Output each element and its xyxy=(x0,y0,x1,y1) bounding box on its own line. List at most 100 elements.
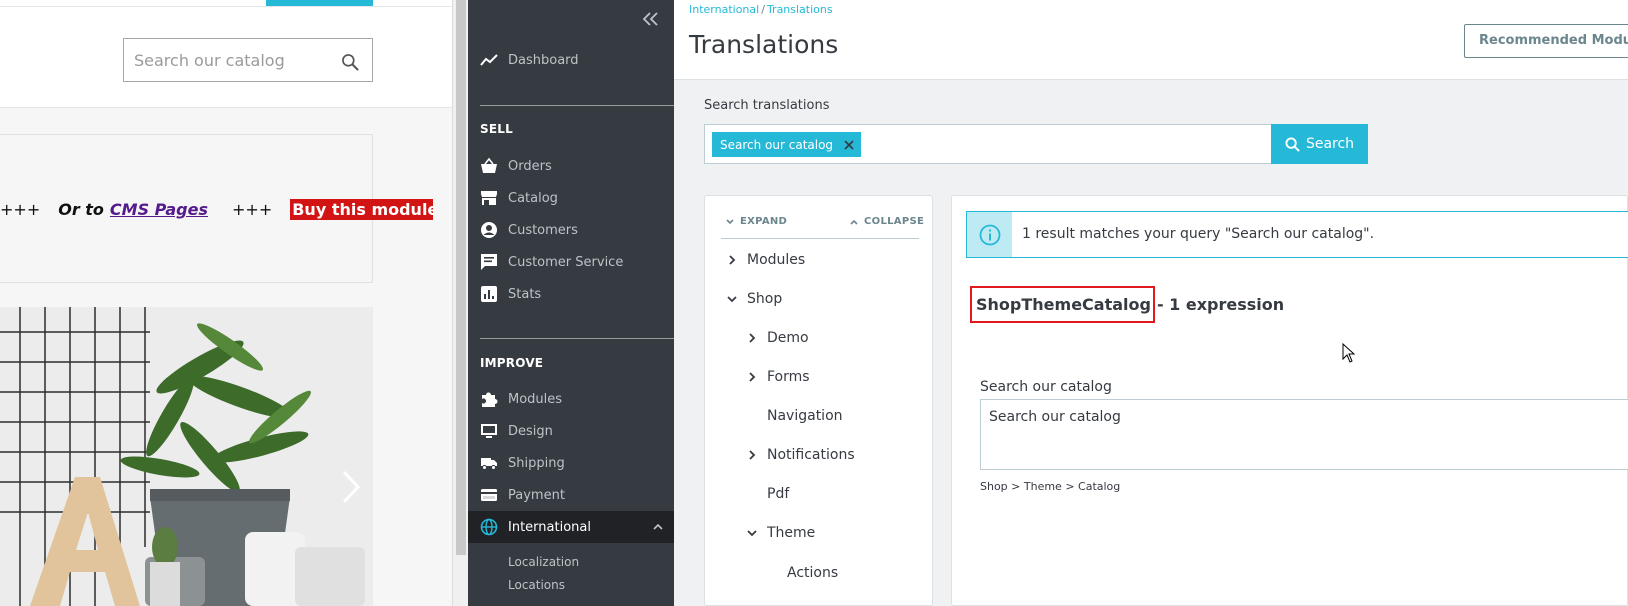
chevron-down-icon xyxy=(726,218,734,224)
tree-item-modules[interactable]: Modules xyxy=(725,252,805,268)
tree-item-label: Navigation xyxy=(767,408,843,424)
tree-item-theme[interactable]: Theme xyxy=(745,525,815,541)
tree-item-forms[interactable]: Forms xyxy=(745,369,810,385)
collapse-label: COLLAPSE xyxy=(864,216,925,227)
page-title: Translations xyxy=(689,30,839,59)
chevron-right-icon xyxy=(725,253,739,267)
translation-results-panel: 1 result matches your query "Search our … xyxy=(951,195,1628,606)
search-tag-label: Search our catalog xyxy=(720,137,834,152)
breadcrumb-translations[interactable]: Translations xyxy=(767,3,833,16)
breadcrumb-separator: / xyxy=(761,3,765,16)
chart-icon xyxy=(480,285,498,303)
search-icon[interactable] xyxy=(340,52,360,72)
buy-module-banner[interactable]: Buy this module h xyxy=(290,199,434,220)
store-search-box[interactable]: Search our catalog xyxy=(123,38,373,82)
sidebar-item-international-row[interactable]: International xyxy=(480,513,670,541)
sidebar-item-label: International xyxy=(508,519,591,535)
sidebar-item-label: Modules xyxy=(508,391,563,407)
expand-button[interactable]: EXPAND xyxy=(725,216,787,227)
tree-controls: EXPAND COLLAPSE xyxy=(721,216,924,239)
sidebar-item-shipping[interactable]: Shipping xyxy=(480,449,670,477)
store-carousel xyxy=(0,307,373,606)
translation-tree-panel: EXPAND COLLAPSE Modules Shop Demo Forms … xyxy=(704,195,933,606)
cms-pages-link[interactable]: CMS Pages xyxy=(110,200,208,219)
translation-textarea[interactable]: Search our catalog xyxy=(980,399,1628,470)
sidebar-subitem-locations[interactable]: Locations xyxy=(508,578,565,592)
store-scrollbar[interactable] xyxy=(452,0,468,606)
recommended-modules-button[interactable]: Recommended Modules xyxy=(1464,24,1628,58)
chevron-right-icon xyxy=(745,448,759,462)
expand-label: EXPAND xyxy=(740,216,788,227)
trending-up-icon xyxy=(480,51,498,69)
store-banner: +++ Or to CMS Pages +++ Buy this module … xyxy=(0,134,434,283)
sidebar-item-catalog[interactable]: Catalog xyxy=(480,184,670,212)
search-translations-input[interactable]: Search our catalog xyxy=(704,124,1275,164)
sidebar-item-label: Design xyxy=(508,423,553,439)
sidebar-item-international[interactable]: International xyxy=(468,511,674,543)
store-header: Search our catalog xyxy=(0,0,452,108)
chevron-right-icon[interactable] xyxy=(339,467,363,507)
tree-item-label: Demo xyxy=(767,330,809,346)
tree-item-label: Pdf xyxy=(767,486,790,502)
tree-item-shop[interactable]: Shop xyxy=(725,291,782,307)
chevron-up-icon[interactable] xyxy=(652,521,664,533)
sidebar-item-stats[interactable]: Stats xyxy=(480,280,670,308)
chevron-down-icon xyxy=(725,292,739,306)
tree-item-navigation[interactable]: Navigation xyxy=(767,408,843,424)
tree-item-notifications[interactable]: Notifications xyxy=(745,447,855,463)
mouse-cursor-icon xyxy=(1342,343,1356,363)
puzzle-icon xyxy=(480,390,498,408)
search-tag: Search our catalog xyxy=(712,132,862,157)
sidebar-item-modules[interactable]: Modules xyxy=(480,385,670,413)
sidebar-item-label: Customers xyxy=(508,222,578,238)
globe-icon xyxy=(480,518,498,536)
page-header: International / Translations Translations … xyxy=(674,0,1628,80)
search-button[interactable]: Search xyxy=(1271,124,1368,164)
sidebar-item-customers[interactable]: Customers xyxy=(480,216,670,244)
tree-item-label: Forms xyxy=(767,369,810,385)
breadcrumb-international[interactable]: International xyxy=(689,3,759,16)
search-translations-label: Search translations xyxy=(704,98,830,113)
storefront-preview: Search our catalog +++ Or to CMS Pages +… xyxy=(0,0,452,606)
translation-field-label: Search our catalog xyxy=(980,379,1112,395)
sidebar-item-customer-service[interactable]: Customer Service xyxy=(480,248,670,276)
tree-item-pdf[interactable]: Pdf xyxy=(767,486,789,502)
nav-section-improve: IMPROVE xyxy=(480,356,544,370)
chevron-right-icon xyxy=(745,370,759,384)
info-icon xyxy=(979,224,1000,245)
store-topline xyxy=(0,6,452,7)
collapse-button[interactable]: COLLAPSE xyxy=(849,216,924,227)
tree-item-demo[interactable]: Demo xyxy=(745,330,809,346)
store-active-tab-indicator xyxy=(266,0,373,6)
sidebar-item-label: Shipping xyxy=(508,455,565,471)
alert-message: 1 result matches your query "Search our … xyxy=(1022,226,1375,242)
truck-icon xyxy=(480,454,498,472)
sidebar-item-label: Stats xyxy=(508,286,542,302)
banner-or-to: Or to xyxy=(58,200,104,219)
close-icon[interactable] xyxy=(843,139,855,151)
sidebar-item-design[interactable]: Design xyxy=(480,417,670,445)
main-content: International / Translations Translations … xyxy=(674,0,1628,606)
sidebar-item-dashboard[interactable]: Dashboard xyxy=(480,46,670,74)
tree-item-label: Actions xyxy=(787,565,839,581)
sidebar-item-label: Customer Service xyxy=(508,254,624,270)
store-scroll-thumb[interactable] xyxy=(456,0,466,555)
sidebar-subitem-localization[interactable]: Localization xyxy=(508,555,579,569)
sidebar-item-payment[interactable]: Payment xyxy=(480,481,670,509)
tree-item-label: Theme xyxy=(767,525,816,541)
double-chevron-left-icon[interactable] xyxy=(640,8,662,30)
tree-item-label: Notifications xyxy=(767,447,855,463)
basket-icon xyxy=(480,157,498,175)
search-icon xyxy=(1285,136,1300,152)
account-circle-icon xyxy=(480,221,498,239)
nav-divider xyxy=(480,338,674,339)
nav-divider xyxy=(480,105,674,106)
domain-heading: ShopThemeCatalog - 1 expression xyxy=(970,286,1285,323)
tree-item-label: Modules xyxy=(747,252,806,268)
domain-expression-count: - 1 expression xyxy=(1156,295,1285,314)
sidebar-item-orders[interactable]: Orders xyxy=(480,152,670,180)
tree-item-actions[interactable]: Actions xyxy=(787,565,838,581)
store-search-input[interactable]: Search our catalog xyxy=(134,51,285,70)
chat-icon xyxy=(480,253,498,271)
alert-icon-strip xyxy=(967,212,1012,257)
